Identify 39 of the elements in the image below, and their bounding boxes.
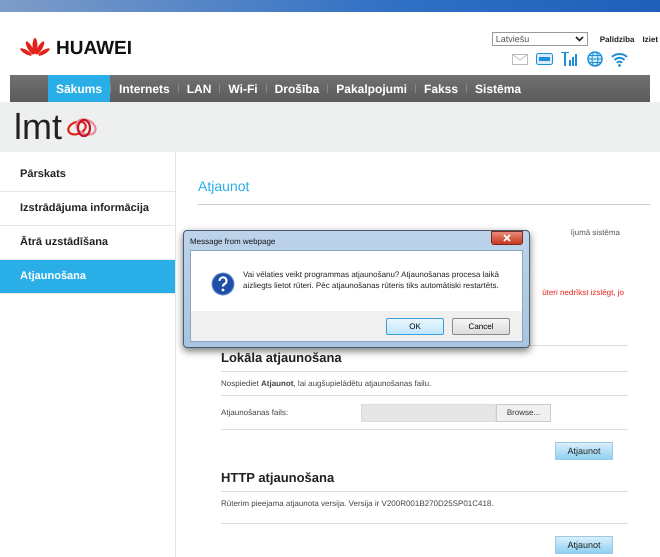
update-button[interactable]: Atjaunot bbox=[555, 536, 613, 554]
language-select[interactable]: Latviešu bbox=[492, 32, 588, 46]
version-text: Rūterim pieejama atjaunota versija. Versija ir V200R001B270D25SP01C418. bbox=[221, 498, 495, 510]
wifi-icon bbox=[611, 52, 628, 66]
dialog-message: Vai vēlaties veikt programmas atjaunošanu? Atjaunošanas procesa laikā aizliegts lietot rūteri. Pēc atjaunošanas rūteris tiks automātiski restartēts. bbox=[243, 269, 500, 292]
instruction-text: Nospiediet Atjaunot, lai augšupielādētu atjaunošanas failu. bbox=[221, 378, 432, 390]
warning-text: ūteri nedrīkst izslēgt, jo bbox=[542, 288, 624, 296]
section-heading: HTTP atjaunošana bbox=[221, 469, 336, 487]
nav-tab[interactable]: Pakalpojumi bbox=[328, 75, 415, 102]
sim-card-icon bbox=[536, 53, 553, 65]
nav-tab[interactable]: Internets bbox=[111, 75, 178, 102]
info-text: ījumā sistēma bbox=[570, 228, 620, 236]
envelope-icon bbox=[512, 54, 528, 64]
section-heading: Lokāla atjaunošana bbox=[221, 349, 343, 367]
nav-tab[interactable]: Sistēma bbox=[467, 75, 530, 102]
chevron-down-icon bbox=[574, 36, 584, 42]
file-input-field[interactable] bbox=[361, 404, 496, 422]
dialog-button[interactable]: OK bbox=[386, 318, 444, 334]
header-link[interactable]: Iziet bbox=[642, 34, 658, 44]
close-button[interactable] bbox=[491, 231, 523, 245]
page-title: Atjaunot bbox=[198, 178, 250, 194]
field-label: Atjaunošanas fails: bbox=[221, 407, 290, 419]
logo-text: HUAWEI bbox=[56, 38, 132, 60]
globe-icon bbox=[587, 51, 603, 67]
nav-tab[interactable]: Fakss bbox=[416, 75, 466, 102]
signal-bars-icon bbox=[561, 52, 579, 66]
brand-logo-text: lmt bbox=[14, 109, 62, 145]
close-icon bbox=[503, 234, 511, 242]
sidebar-item[interactable]: Izstrādājuma informācija bbox=[0, 192, 175, 226]
question-icon bbox=[211, 272, 235, 296]
dialog-button[interactable]: Cancel bbox=[452, 318, 510, 334]
nav-tab[interactable]: LAN bbox=[178, 75, 220, 102]
nav-tab[interactable]: Drošība bbox=[266, 75, 328, 102]
browse-button[interactable]: Browse... bbox=[496, 404, 551, 422]
update-button[interactable]: Atjaunot bbox=[555, 442, 613, 460]
header-link[interactable]: Palīdzība bbox=[600, 34, 634, 44]
sidebar-item[interactable]: Pārskats bbox=[0, 158, 175, 192]
nav-tab[interactable]: Wi-Fi bbox=[220, 75, 266, 102]
dialog-title: Message from webpage bbox=[190, 237, 276, 246]
